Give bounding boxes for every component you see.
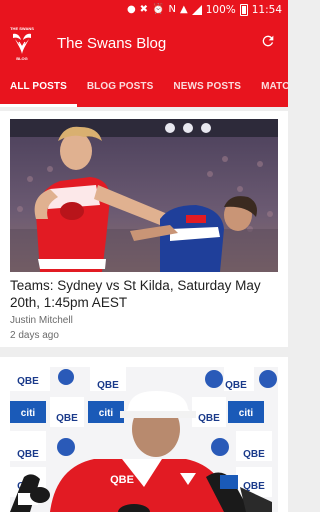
tab-news-posts[interactable]: NEWS POSTS — [163, 66, 251, 107]
post-image[interactable]: QBE QBE QBE citi QBE citi QBE citi QBE Q… — [10, 367, 278, 512]
sponsor-label: QBE — [198, 413, 220, 424]
post-card[interactable]: QBE QBE QBE citi QBE citi QBE citi QBE Q… — [0, 357, 288, 512]
sponsor-label: QBE — [225, 380, 247, 391]
battery-icon — [239, 4, 248, 16]
wifi-icon: ▲ — [180, 4, 188, 15]
refresh-button[interactable] — [258, 31, 278, 51]
sponsor-label: QBE — [243, 449, 265, 460]
sponsor-label: QBE — [17, 449, 39, 460]
mute-icon: ✖ — [139, 4, 149, 15]
post-card[interactable]: Teams: Sydney vs St Kilda, Saturday May … — [0, 111, 288, 347]
refresh-icon — [262, 35, 274, 47]
battery-percent: 100% — [205, 4, 236, 16]
sponsor-label: QBE — [56, 413, 78, 424]
sponsor-label: citi — [239, 408, 254, 419]
jersey-text: QBE — [110, 474, 134, 486]
logo-bottom-text: BLOG — [16, 56, 28, 61]
tab-matches[interactable]: MATCHES AND — [251, 66, 288, 107]
sponsor-label: QBE — [17, 376, 39, 387]
sponsor-label: citi — [21, 408, 36, 419]
post-author: Justin Mitchell — [10, 315, 73, 326]
post-headline[interactable]: Teams: Sydney vs St Kilda, Saturday May … — [10, 277, 278, 311]
sponsor-label: QBE — [97, 380, 119, 391]
tab-blog-posts[interactable]: BLOG POSTS — [77, 66, 164, 107]
app-title: The Swans Blog — [57, 34, 167, 52]
logo-top-text: THE SWANS — [10, 26, 34, 31]
status-bar: ● ✖ ⏰ N ▲ 100% 11:54 — [0, 0, 288, 20]
tab-bar: ALL POSTS BLOG POSTS NEWS POSTS MATCHES … — [0, 66, 288, 107]
tab-all-posts[interactable]: ALL POSTS — [0, 66, 77, 107]
app-logo: THE SWANS BLOG — [9, 25, 35, 61]
clock: 11:54 — [251, 4, 282, 16]
sponsor-label: citi — [99, 408, 114, 419]
post-image[interactable] — [10, 119, 278, 272]
app-bar: THE SWANS BLOG The Swans Blog — [0, 20, 288, 66]
nfc-icon: N — [168, 4, 176, 15]
post-date: 2 days ago — [10, 330, 59, 341]
notification-icon: ● — [126, 4, 136, 15]
alarm-icon: ⏰ — [152, 4, 165, 15]
signal-icon — [191, 5, 202, 15]
